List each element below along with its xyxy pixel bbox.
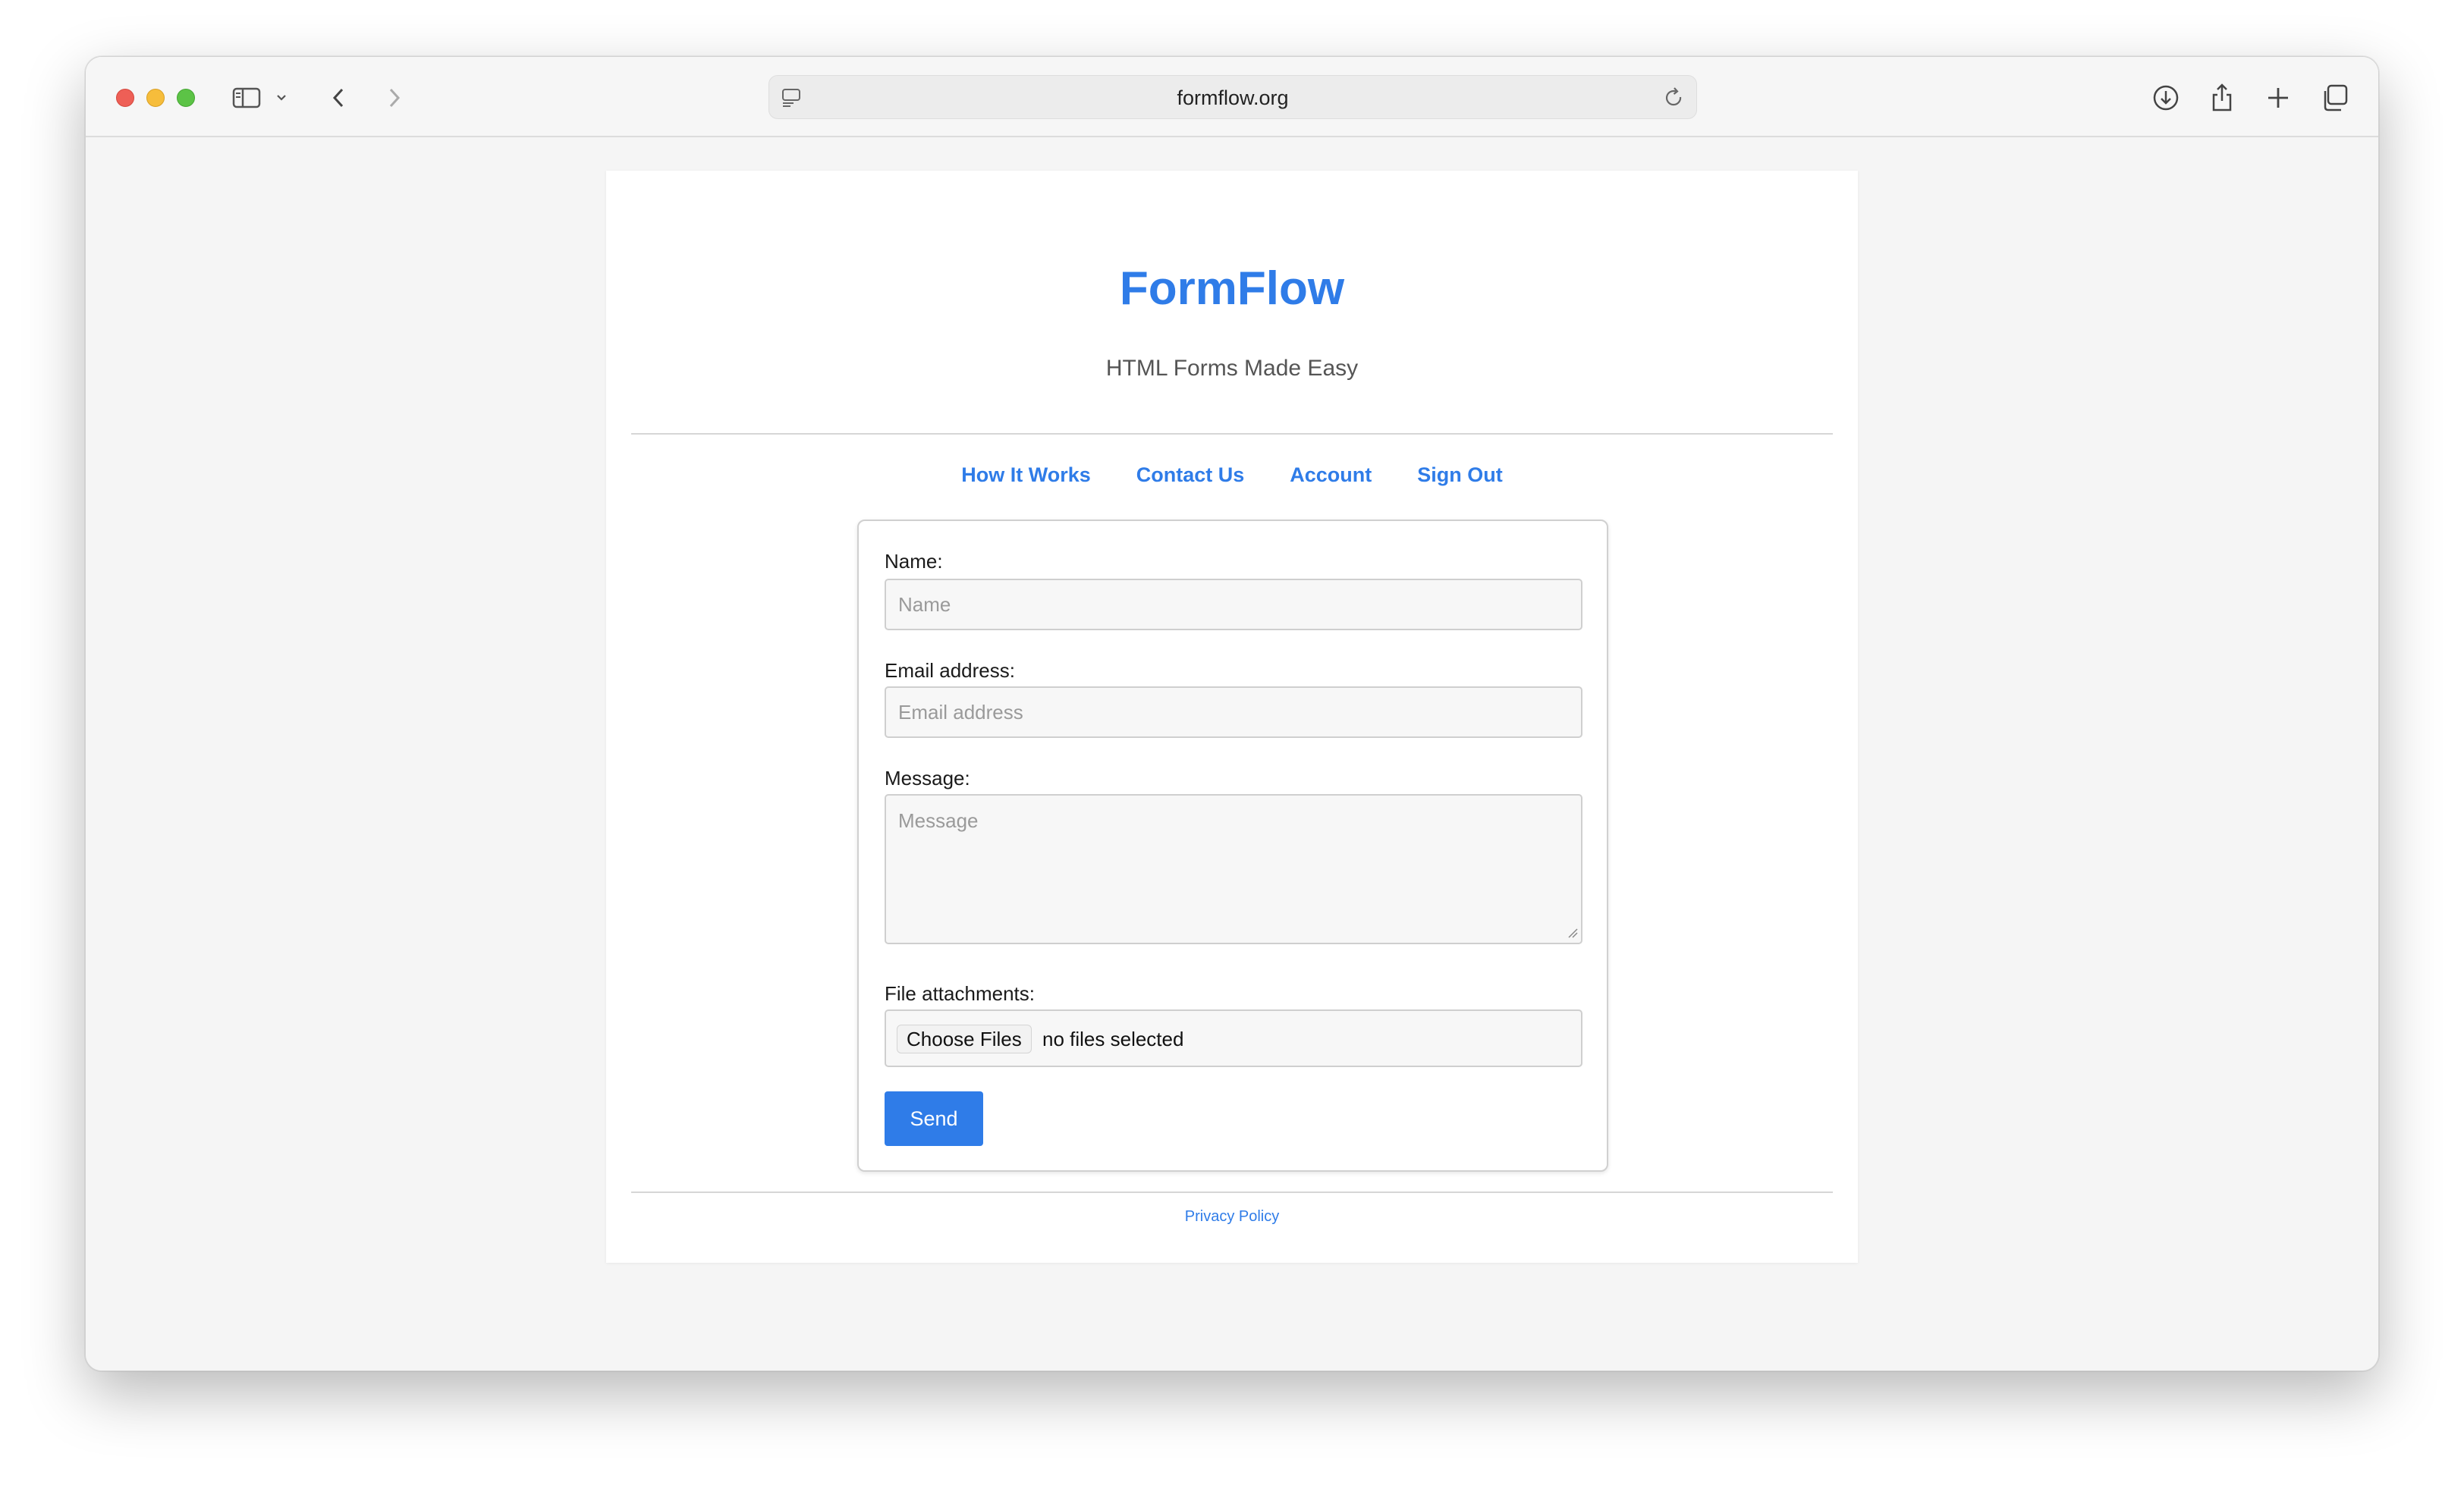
file-input[interactable]: Choose Files no files selected — [885, 1009, 1582, 1067]
maximize-window-button[interactable] — [177, 89, 195, 107]
send-button[interactable]: Send — [885, 1091, 983, 1146]
message-label: Message: — [885, 767, 970, 790]
main-nav: How It Works Contact Us Account Sign Out — [606, 463, 1858, 487]
choose-files-button[interactable]: Choose Files — [897, 1025, 1032, 1053]
share-icon[interactable] — [2207, 83, 2237, 113]
email-input[interactable] — [885, 686, 1582, 738]
chevron-down-icon[interactable] — [272, 83, 291, 113]
nav-link-contact-us[interactable]: Contact Us — [1136, 463, 1245, 487]
reload-icon[interactable] — [1663, 86, 1686, 113]
site-tagline: HTML Forms Made Easy — [1105, 356, 1359, 381]
email-label: Email address: — [885, 659, 1015, 682]
resize-handle-icon[interactable] — [1567, 928, 1602, 941]
new-tab-plus-icon[interactable] — [2263, 83, 2293, 113]
nav-link-account[interactable]: Account — [1290, 463, 1372, 487]
downloads-icon[interactable] — [2151, 83, 2181, 113]
address-bar[interactable]: formflow.org — [768, 75, 1697, 119]
back-arrow-icon[interactable] — [327, 83, 350, 113]
browser-window: formflow.org FormFlow HTML Forms Made Ea… — [85, 56, 2379, 1371]
privacy-policy-link[interactable]: Privacy Policy — [606, 1208, 1858, 1226]
forward-arrow-icon[interactable] — [383, 83, 406, 113]
name-label: Name: — [885, 550, 943, 573]
file-attachments-label: File attachments: — [885, 982, 1035, 1005]
browser-toolbar: formflow.org — [86, 57, 2378, 137]
message-textarea[interactable] — [885, 794, 1582, 944]
tab-overview-icon[interactable] — [2319, 83, 2349, 113]
sidebar-toggle-icon[interactable] — [230, 83, 263, 113]
page-viewport: FormFlow HTML Forms Made Easy How It Wor… — [86, 137, 2378, 1370]
footer-divider — [631, 1191, 1833, 1193]
minimize-window-button[interactable] — [146, 89, 165, 107]
nav-link-sign-out[interactable]: Sign Out — [1417, 463, 1502, 487]
file-status-text: no files selected — [1042, 1028, 1184, 1050]
page-container: FormFlow HTML Forms Made Easy How It Wor… — [606, 171, 1858, 1263]
header-divider — [631, 433, 1833, 435]
site-title: FormFlow — [1119, 262, 1345, 315]
url-text[interactable]: formflow.org — [769, 76, 1696, 120]
message-wrapper — [859, 794, 1607, 946]
contact-form: Name: Email address: Message: File attac… — [857, 520, 1608, 1172]
name-input[interactable] — [885, 579, 1582, 630]
close-window-button[interactable] — [116, 89, 134, 107]
nav-link-how-it-works[interactable]: How It Works — [961, 463, 1091, 487]
